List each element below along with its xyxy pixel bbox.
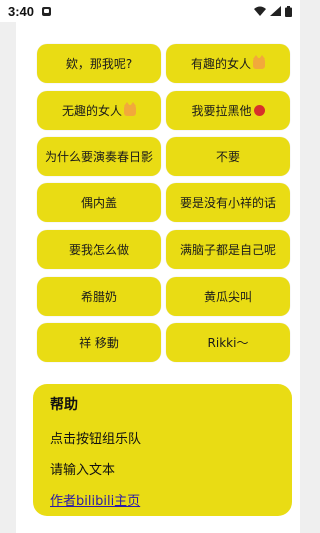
sound-button[interactable]: 祥 移動 — [37, 323, 161, 362]
sound-button-label: 黄瓜尖叫 — [203, 290, 252, 304]
sound-button[interactable]: 要我怎么做 — [37, 230, 161, 269]
sound-button[interactable]: 欸，那我呢? — [37, 44, 161, 83]
sound-button-label: 为什么要演奏春日影 — [44, 150, 153, 164]
angry-emoji-icon — [253, 105, 265, 116]
help-line-1: 点击按钮组乐队 — [50, 432, 142, 447]
sound-button[interactable]: 要是没有小祥的话 — [166, 183, 290, 222]
sound-button-label: 偶内盖 — [80, 196, 117, 210]
sound-button-label: 满脑子都是自己呢 — [179, 243, 276, 257]
sound-button[interactable]: 无趣的女人 — [37, 91, 161, 130]
notification-icon — [42, 6, 52, 16]
sound-button[interactable]: 满脑子都是自己呢 — [166, 230, 290, 269]
sound-button-label: 我要拉黑他 — [191, 104, 252, 118]
sound-button[interactable]: 偶内盖 — [37, 183, 161, 222]
help-title: 帮助 — [50, 397, 78, 413]
sound-button[interactable]: Rikki～ — [166, 323, 290, 362]
sound-button-label: Rikki～ — [207, 336, 249, 350]
wifi-icon — [254, 6, 266, 16]
cat-emoji-icon — [124, 102, 136, 116]
status-bar: 3:40 — [0, 0, 300, 22]
help-line-2: 请输入文本 — [50, 463, 116, 478]
sound-button-label: 希腊奶 — [80, 290, 117, 304]
sound-button-label: 要是没有小祥的话 — [179, 196, 276, 210]
sound-button-label: 有趣的女人 — [190, 57, 251, 71]
sound-button[interactable]: 希腊奶 — [37, 277, 161, 316]
sound-button-label: 欸，那我呢? — [65, 57, 133, 71]
signal-icon — [270, 6, 281, 16]
cat-emoji-icon — [253, 55, 265, 69]
sound-button[interactable]: 为什么要演奏春日影 — [37, 137, 161, 176]
sound-button-label: 无趣的女人 — [61, 104, 122, 118]
sound-button[interactable]: 不要 — [166, 137, 290, 176]
sound-button[interactable]: 黄瓜尖叫 — [166, 277, 290, 316]
sound-button[interactable]: 我要拉黑他 — [166, 91, 290, 130]
battery-icon — [285, 5, 292, 17]
author-bilibili-link[interactable]: 作者bilibili主页 — [50, 490, 140, 509]
sound-button[interactable]: 有趣的女人 — [166, 44, 290, 83]
sound-button-label: 要我怎么做 — [68, 243, 129, 257]
sound-button-label: 祥 移動 — [79, 336, 119, 350]
help-card: 帮助 点击按钮组乐队 请输入文本 作者bilibili主页 — [33, 384, 292, 516]
status-time: 3:40 — [8, 3, 35, 19]
sound-button-label: 不要 — [215, 150, 240, 164]
